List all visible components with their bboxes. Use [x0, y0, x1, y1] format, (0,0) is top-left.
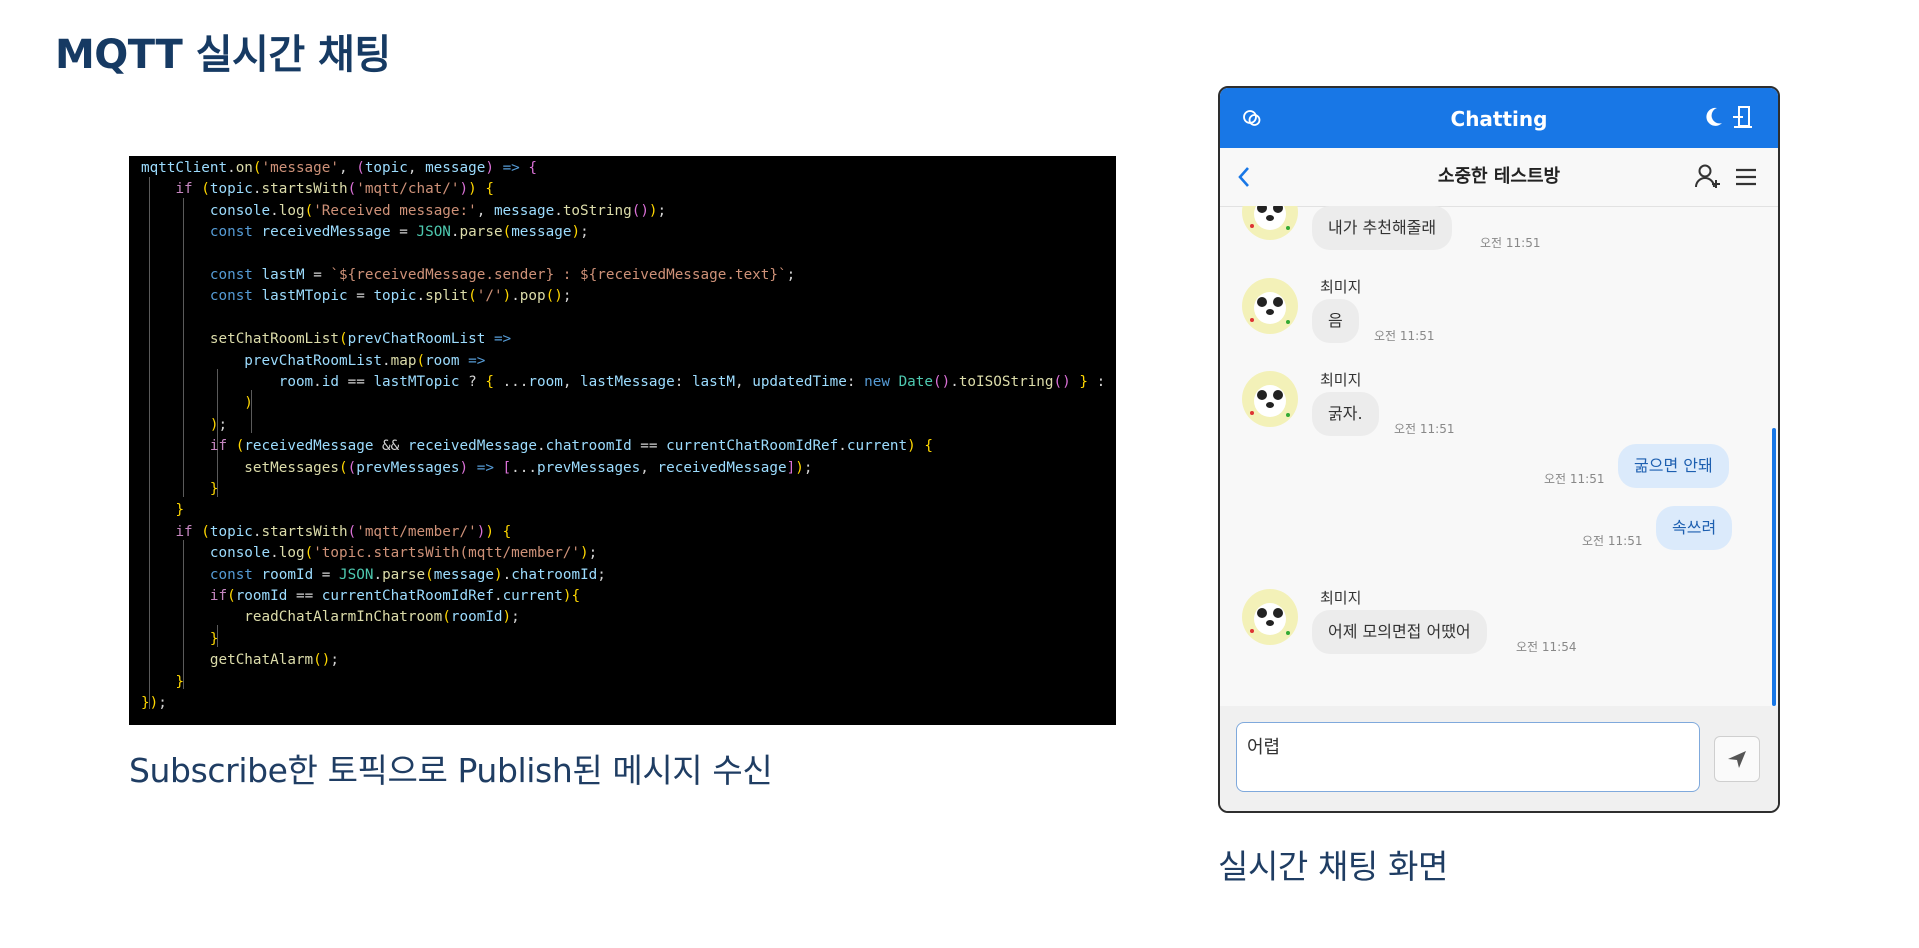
- code-caption: Subscribe한 토픽으로 Publish된 메시지 수신: [129, 751, 773, 790]
- hamburger-menu-icon[interactable]: [1734, 167, 1758, 191]
- code-line: if(roomId == currentChatRoomIdRef.curren…: [209, 588, 581, 604]
- code-line: if (receivedMessage && receivedMessage.c…: [209, 438, 933, 455]
- code-line: }: [175, 673, 185, 690]
- message-time: 오전 11:54: [1516, 640, 1577, 654]
- code-line: if (topic.startsWith('mqtt/chat/')) {: [175, 181, 494, 198]
- app-header: Chatting: [1220, 88, 1778, 148]
- code-line: });: [141, 695, 167, 711]
- message-time: 오전 11:51: [1394, 422, 1455, 436]
- paper-plane-icon: [1726, 748, 1748, 774]
- code-line: getChatAlarm();: [209, 652, 339, 669]
- message-input[interactable]: 어렵: [1236, 722, 1700, 792]
- code-line: console.log('topic.startsWith(mqtt/membe…: [209, 545, 598, 562]
- message-bubble: 속쓰려: [1656, 506, 1733, 550]
- code-line: mqttClient.on('message', (topic, message…: [141, 160, 537, 176]
- sender-name: 최미지: [1320, 278, 1362, 296]
- message-time: 오전 11:51: [1480, 236, 1541, 250]
- code-line: if (topic.startsWith('mqtt/member/')) {: [175, 523, 512, 540]
- message-bubble: 내가 추천해줄래: [1312, 206, 1453, 250]
- chatroom-header: 소중한 테스트방: [1220, 148, 1778, 207]
- code-line: );: [209, 416, 228, 433]
- exit-door-icon[interactable]: [1732, 105, 1754, 133]
- code-line: setMessages((prevMessages) => [...prevMe…: [244, 459, 813, 476]
- code-line: }: [175, 502, 185, 519]
- scrollbar[interactable]: [1772, 428, 1776, 706]
- message-time: 오전 11:51: [1374, 329, 1435, 343]
- sender-name: 최미지: [1320, 589, 1362, 607]
- code-line: const lastM = `${receivedMessage.sender}…: [209, 267, 796, 283]
- message-list[interactable]: 내가 추천해줄래 오전 11:51 최미지 음 오전 11:51 최미지 굵자.…: [1220, 206, 1778, 706]
- add-user-icon[interactable]: [1694, 163, 1722, 193]
- code-screenshot: mqttClient.on('message', (topic, message…: [129, 156, 1116, 725]
- code-line: }: [209, 630, 219, 647]
- code-line: const receivedMessage = JSON.parse(messa…: [209, 224, 589, 241]
- app-title: Chatting: [1450, 107, 1548, 131]
- code-line: prevChatRoomList.map(room =>: [244, 352, 486, 369]
- code-line: setChatRoomList(prevChatRoomList =>: [209, 331, 512, 348]
- send-button[interactable]: [1714, 736, 1760, 782]
- chat-app-window: Chatting 소중한 테스트방 내가 추천해줄래 오전 11:51 최미지: [1218, 86, 1780, 813]
- message-time: 오전 11:51: [1544, 472, 1605, 486]
- code-line: console.log('Received message:', message…: [209, 202, 667, 219]
- avatar: [1242, 589, 1298, 645]
- avatar: [1242, 371, 1298, 427]
- page-title: MQTT 실시간 채팅: [55, 32, 391, 78]
- code-line: room.id == lastMTopic ? { ...room, lastM…: [278, 374, 1106, 390]
- avatar: [1242, 278, 1298, 334]
- code-line: }: [209, 481, 219, 497]
- message-bubble: 굵자.: [1312, 392, 1379, 436]
- moon-icon[interactable]: [1704, 106, 1724, 132]
- chat-caption: 실시간 채팅 화면: [1218, 847, 1448, 886]
- message-input-area: 어렵: [1220, 706, 1778, 811]
- code-line: const roomId = JSON.parse(message).chatr…: [209, 566, 606, 583]
- message-time: 오전 11:51: [1582, 534, 1643, 548]
- message-bubble: 어제 모의면접 어땠어: [1312, 610, 1487, 654]
- message-bubble: 음: [1312, 299, 1359, 343]
- code-line: readChatAlarmInChatroom(roomId);: [244, 609, 520, 626]
- code-line: ): [244, 395, 253, 412]
- message-bubble: 굶으면 안돼: [1618, 444, 1729, 488]
- code-line: const lastMTopic = topic.split('/').pop(…: [209, 288, 572, 305]
- sender-name: 최미지: [1320, 371, 1362, 389]
- avatar: [1242, 206, 1298, 240]
